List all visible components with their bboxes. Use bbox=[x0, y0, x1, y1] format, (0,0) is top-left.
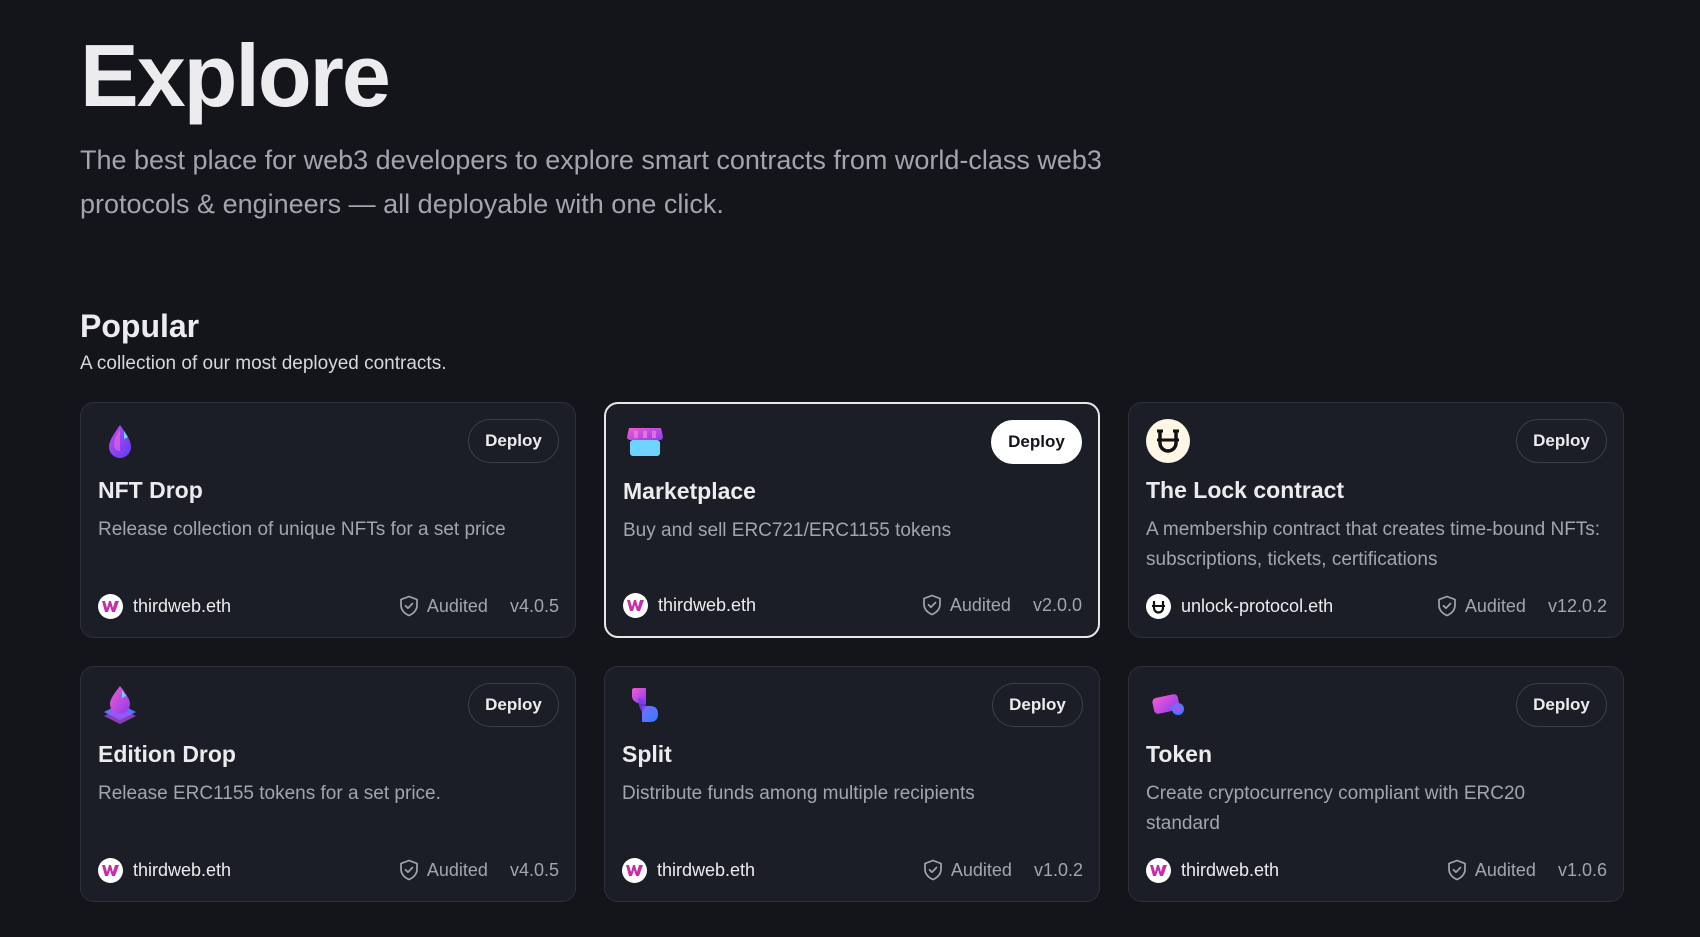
shield-check-icon bbox=[400, 595, 418, 617]
contract-title: Split bbox=[622, 741, 672, 767]
contract-description: Distribute funds among multiple recipien… bbox=[622, 783, 975, 804]
shield-check-icon bbox=[400, 859, 418, 881]
nft-drop-droplet-icon bbox=[98, 419, 142, 463]
popular-section-subtitle: A collection of our most deployed contra… bbox=[80, 353, 447, 374]
audited-label: Audited bbox=[1474, 859, 1536, 880]
split-icon bbox=[622, 683, 666, 727]
contract-footer: thirdweb.eth Audited v1.0.2 bbox=[622, 857, 1083, 883]
audited-label: Audited bbox=[950, 859, 1012, 880]
contract-description: Create cryptocurrency compliant with ERC… bbox=[1146, 783, 1526, 834]
audited-badge: Audited bbox=[399, 595, 488, 617]
shield-check-icon bbox=[1448, 859, 1466, 881]
thirdweb-avatar-icon bbox=[1146, 857, 1171, 883]
publisher-link[interactable]: unlock-protocol.eth bbox=[1146, 593, 1334, 619]
publisher-link[interactable]: thirdweb.eth bbox=[98, 593, 232, 619]
contract-footer: thirdweb.eth Audited v2.0.0 bbox=[623, 592, 1082, 618]
page-title: Explore bbox=[80, 26, 391, 125]
shield-check-icon bbox=[924, 859, 942, 881]
contract-grid: Deploy NFT Drop Release collection of un… bbox=[80, 402, 1625, 902]
contract-title: Marketplace bbox=[623, 478, 756, 504]
deploy-button[interactable]: Deploy bbox=[992, 683, 1083, 727]
publisher-name: thirdweb.eth bbox=[133, 859, 232, 880]
publisher-link[interactable]: thirdweb.eth bbox=[622, 857, 756, 883]
version-label: v2.0.0 bbox=[1032, 594, 1082, 615]
contract-card-split[interactable]: Deploy Split Distribute funds among mult… bbox=[604, 666, 1100, 902]
contract-description: Release collection of unique NFTs for a … bbox=[98, 519, 506, 540]
publisher-link[interactable]: thirdweb.eth bbox=[1146, 857, 1280, 883]
contract-footer: thirdweb.eth Audited v4.0.5 bbox=[98, 593, 559, 619]
thirdweb-avatar-icon bbox=[98, 593, 123, 619]
contract-card-marketplace[interactable]: Deploy Marketplace Buy and sell ERC721/E… bbox=[604, 402, 1100, 638]
unlock-avatar-icon bbox=[1146, 593, 1171, 619]
contract-description: Release ERC1155 tokens for a set price. bbox=[98, 783, 441, 804]
audited-label: Audited bbox=[1464, 595, 1526, 616]
publisher-link[interactable]: thirdweb.eth bbox=[98, 857, 232, 883]
contract-card-token[interactable]: Deploy Token Create cryptocurrency compl… bbox=[1128, 666, 1624, 902]
deploy-button[interactable]: Deploy bbox=[1516, 683, 1607, 727]
audited-badge: Audited bbox=[922, 594, 1011, 616]
version-label: v4.0.5 bbox=[509, 595, 559, 616]
publisher-name: thirdweb.eth bbox=[133, 595, 232, 616]
audited-label: Audited bbox=[426, 859, 488, 880]
contract-footer: thirdweb.eth Audited v1.0.6 bbox=[1146, 857, 1607, 883]
contract-description: A membership contract that creates time-… bbox=[1146, 519, 1601, 570]
version-label: v4.0.5 bbox=[509, 859, 559, 880]
version-label: v1.0.2 bbox=[1033, 859, 1083, 880]
version-label: v12.0.2 bbox=[1547, 595, 1607, 616]
edition-drop-icon bbox=[98, 683, 142, 727]
deploy-button[interactable]: Deploy bbox=[468, 419, 559, 463]
contract-footer: unlock-protocol.eth Audited v12.0.2 bbox=[1146, 593, 1607, 619]
publisher-name: thirdweb.eth bbox=[658, 594, 757, 615]
publisher-name: unlock-protocol.eth bbox=[1181, 595, 1334, 616]
audited-badge: Audited bbox=[923, 859, 1012, 881]
thirdweb-avatar-icon bbox=[622, 857, 647, 883]
audited-badge: Audited bbox=[399, 859, 488, 881]
contract-title: NFT Drop bbox=[98, 477, 203, 503]
thirdweb-avatar-icon bbox=[623, 592, 648, 618]
shield-check-icon bbox=[923, 594, 941, 616]
contract-description: Buy and sell ERC721/ERC1155 tokens bbox=[623, 520, 952, 541]
deploy-button[interactable]: Deploy bbox=[991, 420, 1082, 464]
token-coin-icon bbox=[1146, 683, 1190, 727]
contract-title: Edition Drop bbox=[98, 741, 236, 767]
deploy-button[interactable]: Deploy bbox=[468, 683, 559, 727]
contract-card-lock[interactable]: Deploy The Lock contract A membership co… bbox=[1128, 402, 1624, 638]
contract-title: The Lock contract bbox=[1146, 477, 1345, 503]
audited-label: Audited bbox=[949, 594, 1011, 615]
unlock-protocol-icon bbox=[1146, 419, 1190, 463]
audited-badge: Audited bbox=[1437, 595, 1526, 617]
publisher-name: thirdweb.eth bbox=[657, 859, 756, 880]
popular-section-title: Popular bbox=[80, 308, 200, 344]
contract-card-edition-drop[interactable]: Deploy Edition Drop Release ERC1155 toke… bbox=[80, 666, 576, 902]
publisher-link[interactable]: thirdweb.eth bbox=[623, 592, 757, 618]
page-subtitle: The best place for web3 developers to ex… bbox=[80, 145, 1102, 219]
shield-check-icon bbox=[1438, 595, 1456, 617]
audited-badge: Audited bbox=[1447, 859, 1536, 881]
publisher-name: thirdweb.eth bbox=[1181, 859, 1280, 880]
marketplace-store-icon bbox=[623, 420, 667, 464]
deploy-button[interactable]: Deploy bbox=[1516, 419, 1607, 463]
contract-title: Token bbox=[1146, 741, 1213, 767]
contract-footer: thirdweb.eth Audited v4.0.5 bbox=[98, 857, 559, 883]
version-label: v1.0.6 bbox=[1557, 859, 1607, 880]
contract-card-nft-drop[interactable]: Deploy NFT Drop Release collection of un… bbox=[80, 402, 576, 638]
audited-label: Audited bbox=[426, 595, 488, 616]
thirdweb-avatar-icon bbox=[98, 857, 123, 883]
